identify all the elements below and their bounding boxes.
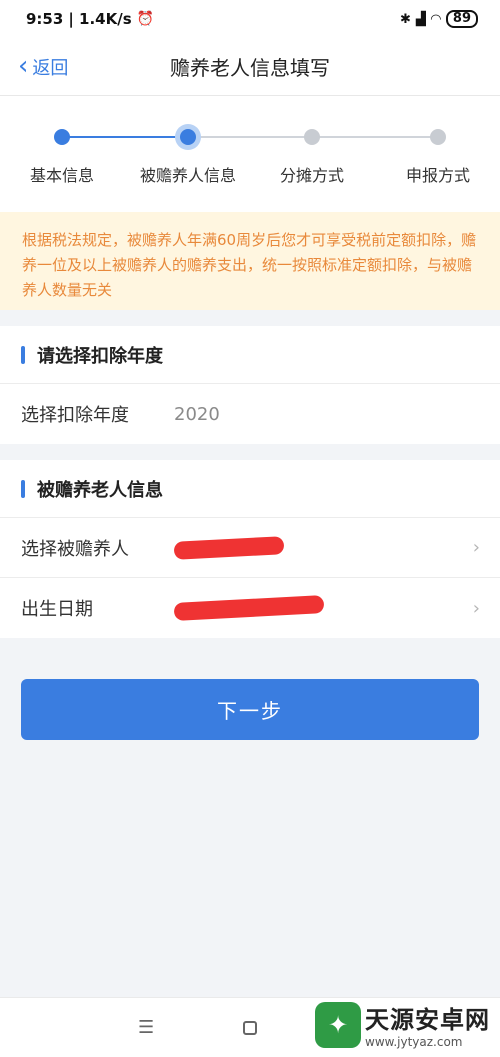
birth-date-label: 出生日期: [21, 599, 93, 620]
chevron-right-icon: ›: [472, 597, 480, 619]
redacted-name: [173, 535, 285, 560]
nav-bar: ‹ 返回 赡养老人信息填写: [0, 38, 500, 96]
page-title: 赡养老人信息填写: [170, 56, 330, 80]
next-step-button[interactable]: 下一步: [21, 679, 479, 740]
network-speed: | 1.4K/s: [68, 10, 132, 28]
step-label-basic-info: 基本信息: [29, 166, 95, 185]
step-label-declare-method: 申报方式: [405, 166, 471, 185]
signal-icon: ▟: [415, 11, 426, 27]
select-dependent-row[interactable]: 选择被赡养人 ›: [0, 518, 500, 578]
step-dot-dependent-info: [180, 129, 196, 145]
step-dot-declare-method: [430, 129, 446, 145]
deduction-year-value: 2020: [174, 403, 220, 425]
watermark-url: www.jytyaz.com: [365, 1035, 463, 1049]
year-section-title: 请选择扣除年度: [37, 345, 163, 367]
wifi-icon: ◠: [430, 11, 441, 27]
elder-section: 被赡养老人信息 选择被赡养人 › 出生日期 ›: [0, 460, 500, 638]
back-button[interactable]: ‹ 返回: [18, 38, 68, 96]
section-accent-bar: [21, 345, 25, 364]
system-nav-bar: ☰ ✦ 天源安卓网 www.jytyaz.com: [0, 997, 500, 1057]
elder-section-header: 被赡养老人信息: [0, 460, 500, 518]
home-icon[interactable]: [243, 1020, 257, 1035]
year-section-header: 请选择扣除年度: [0, 326, 500, 384]
select-dependent-label: 选择被赡养人: [21, 538, 129, 560]
step-label-split-method: 分摊方式: [279, 166, 345, 185]
status-bar: 9:53 | 1.4K/s ⏰ ✱ ▟ ◠ 89: [0, 0, 500, 38]
alarm-icon: ⏰: [136, 11, 155, 27]
watermark-logo-icon: ✦: [315, 1001, 361, 1048]
stepper-line-done: [62, 136, 188, 138]
section-accent-bar: [21, 479, 25, 498]
birth-date-row[interactable]: 出生日期 ›: [0, 578, 500, 638]
notice-banner: 根据税法规定，被赡养人年满60周岁后您才可享受税前定额扣除，赡养一位及以上被赡养…: [0, 212, 500, 310]
chevron-left-icon: ‹: [18, 50, 29, 81]
step-dot-basic-info: [54, 129, 70, 145]
progress-stepper: 基本信息 被赡养人信息 分摊方式 申报方式: [0, 96, 500, 212]
watermark: ✦ 天源安卓网 www.jytyaz.com: [315, 1000, 490, 1049]
chevron-right-icon: ›: [472, 537, 480, 558]
battery-icon: 89: [445, 10, 478, 28]
status-time: 9:53: [26, 10, 64, 28]
deduction-year-label: 选择扣除年度: [21, 405, 129, 426]
step-dot-split-method: [304, 129, 320, 145]
bluetooth-icon: ✱: [400, 11, 411, 27]
year-section: 请选择扣除年度 选择扣除年度 2020: [0, 326, 500, 444]
step-label-dependent-info: 被赡养人信息: [139, 166, 237, 185]
elder-section-title: 被赡养老人信息: [37, 479, 163, 501]
watermark-name: 天源安卓网: [365, 1006, 490, 1034]
redacted-birth-date: [173, 595, 325, 621]
deduction-year-row[interactable]: 选择扣除年度 2020: [0, 384, 500, 444]
back-label: 返回: [32, 58, 69, 79]
menu-icon[interactable]: ☰: [138, 1017, 154, 1038]
